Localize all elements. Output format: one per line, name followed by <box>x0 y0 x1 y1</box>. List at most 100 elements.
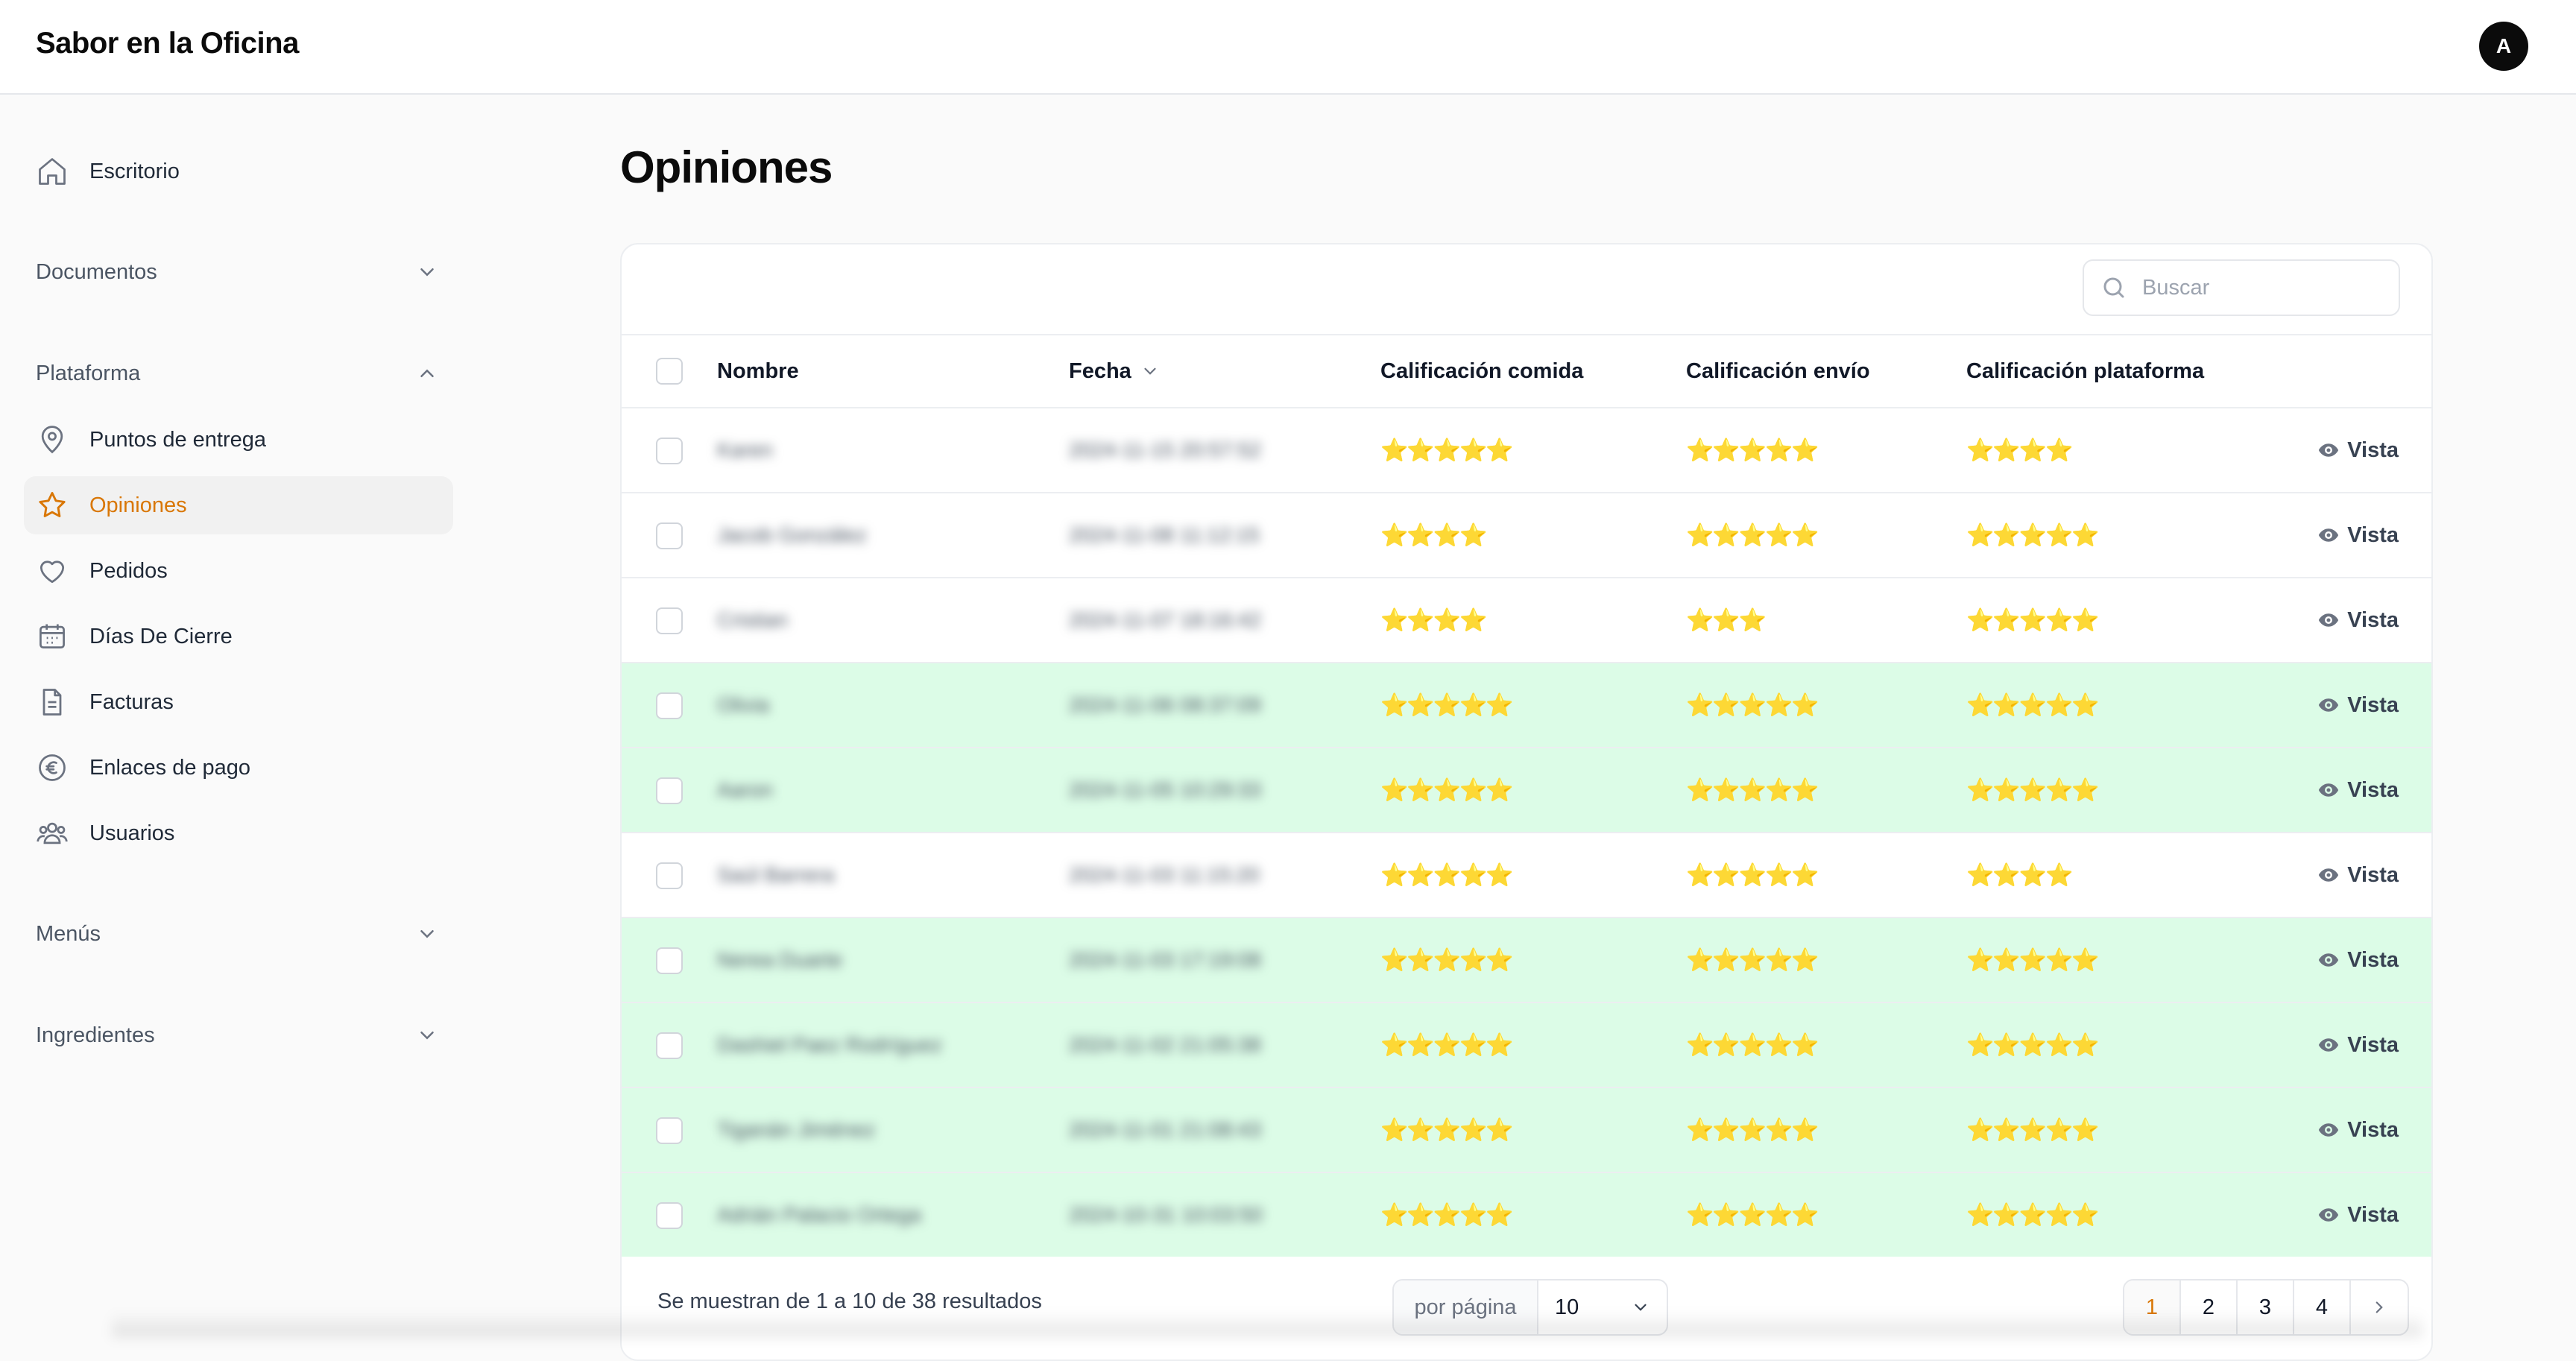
sidebar-item-puntos-de-entrega[interactable]: Puntos de entrega <box>24 411 453 469</box>
column-header-fecha[interactable]: Fecha <box>1069 335 1160 407</box>
sidebar-group-ingredientes[interactable]: Ingredientes <box>36 1013 438 1058</box>
view-label: Vista <box>2347 1117 2399 1142</box>
platform-rating: ⭐⭐⭐⭐⭐ <box>1966 1117 2100 1143</box>
sidebar-item-escritorio[interactable]: Escritorio <box>24 142 453 200</box>
per-page-select[interactable]: 10 <box>1538 1281 1667 1334</box>
review-date: 2024-11-01 21:08:43 <box>1069 1118 1261 1141</box>
table-row[interactable]: Cristian 2024-11-07 18:16:42 ⭐⭐⭐⭐ ⭐⭐⭐ ⭐⭐⭐⭐⭐ V… <box>622 578 2431 663</box>
table-row[interactable]: Aaron 2024-11-05 10:29:33 ⭐⭐⭐⭐⭐ ⭐⭐⭐⭐⭐ ⭐⭐⭐⭐⭐ V… <box>622 748 2431 833</box>
sidebar-item-enlaces-de-pago[interactable]: Enlaces de pago <box>24 739 453 797</box>
eye-icon <box>2317 864 2347 886</box>
eye-icon <box>2317 1119 2347 1141</box>
view-button[interactable]: Vista <box>2317 663 2399 747</box>
column-header-nombre[interactable]: Nombre <box>717 335 799 407</box>
page-button-4[interactable]: 4 <box>2294 1281 2351 1334</box>
row-checkbox[interactable] <box>656 862 683 889</box>
chevron-down-icon <box>1635 1304 1647 1311</box>
view-label: Vista <box>2347 438 2399 462</box>
search-box[interactable] <box>2083 259 2400 316</box>
column-header-calificacion-envio[interactable]: Calificación envío <box>1686 335 1870 407</box>
brand-title[interactable]: Sabor en la Oficina <box>36 27 299 60</box>
home-icon <box>36 155 69 188</box>
view-label: Vista <box>2347 862 2399 887</box>
review-name: Jacob González <box>717 523 867 546</box>
view-button[interactable]: Vista <box>2317 408 2399 492</box>
chevron-down-icon <box>420 1032 434 1040</box>
platform-rating: ⭐⭐⭐⭐⭐ <box>1966 692 2100 718</box>
row-checkbox[interactable] <box>656 438 683 464</box>
sidebar-item-facturas[interactable]: Facturas <box>24 673 453 731</box>
table-row[interactable]: Karen 2024-11-15 20:57:52 ⭐⭐⭐⭐⭐ ⭐⭐⭐⭐⭐ ⭐⭐⭐⭐ Vi… <box>622 408 2431 493</box>
food-rating: ⭐⭐⭐⭐⭐ <box>1380 1032 1515 1058</box>
table-row[interactable]: Tiganán Jiménez 2024-11-01 21:08:43 ⭐⭐⭐⭐⭐ ⭐… <box>622 1088 2431 1173</box>
row-checkbox[interactable] <box>656 607 683 634</box>
page-button-2[interactable]: 2 <box>2181 1281 2238 1334</box>
row-checkbox[interactable] <box>656 1202 683 1229</box>
row-checkbox[interactable] <box>656 777 683 804</box>
platform-rating: ⭐⭐⭐⭐ <box>1966 438 2073 463</box>
food-rating: ⭐⭐⭐⭐ <box>1380 607 1487 633</box>
review-date: 2024-11-06 08:37:09 <box>1069 693 1261 716</box>
row-checkbox[interactable] <box>656 947 683 974</box>
view-button[interactable]: Vista <box>2317 493 2399 577</box>
review-date: 2024-11-02 21:05:38 <box>1069 1033 1261 1056</box>
column-header-calificacion-plataforma[interactable]: Calificación plataforma <box>1966 335 2204 407</box>
sidebar-item-dias-de-cierre[interactable]: Días De Cierre <box>24 607 453 666</box>
delivery-rating: ⭐⭐⭐⭐⭐ <box>1686 692 1820 718</box>
sidebar-group-label: Plataforma <box>36 361 141 385</box>
row-checkbox[interactable] <box>656 692 683 719</box>
review-name: Cristian <box>717 608 788 631</box>
view-label: Vista <box>2347 607 2399 632</box>
sidebar-item-label: Usuarios <box>89 821 175 845</box>
euro-icon <box>36 751 69 784</box>
view-button[interactable]: Vista <box>2317 748 2399 832</box>
delivery-rating: ⭐⭐⭐⭐⭐ <box>1686 862 1820 888</box>
table-row[interactable]: Dashiel Paez Rodríguez 2024-11-02 21:05:3… <box>622 1003 2431 1088</box>
page-button-1[interactable]: 1 <box>2124 1281 2181 1334</box>
table-row[interactable]: Olivia 2024-11-06 08:37:09 ⭐⭐⭐⭐⭐ ⭐⭐⭐⭐⭐ ⭐⭐⭐⭐⭐… <box>622 663 2431 748</box>
column-header-calificacion-comida[interactable]: Calificación comida <box>1380 335 1583 407</box>
sidebar-group-menus[interactable]: Menús <box>36 912 438 956</box>
heart-icon <box>36 555 69 587</box>
pagination: 1 2 3 4 <box>2123 1279 2409 1336</box>
table-row[interactable]: Jacob González 2024-11-08 11:12:15 ⭐⭐⭐⭐ ⭐⭐⭐… <box>622 493 2431 578</box>
sidebar-item-label: Pedidos <box>89 558 168 583</box>
user-avatar[interactable]: A <box>2479 22 2528 71</box>
reviews-table-card: Nombre Fecha Calificación comida Calific… <box>620 243 2433 1361</box>
next-page-button[interactable] <box>2351 1281 2408 1334</box>
review-date: 2024-11-03 17:19:08 <box>1069 948 1261 971</box>
sidebar-group-documentos[interactable]: Documentos <box>36 250 438 294</box>
view-button[interactable]: Vista <box>2317 1088 2399 1172</box>
top-bar: Sabor en la Oficina A <box>0 0 2576 95</box>
table-row[interactable]: Adrián Palacio Ortega 2024-10-31 10:03:50… <box>622 1173 2431 1258</box>
view-label: Vista <box>2347 1202 2399 1227</box>
sidebar-item-pedidos[interactable]: Pedidos <box>24 542 453 600</box>
eye-icon <box>2317 949 2347 971</box>
view-button[interactable]: Vista <box>2317 1003 2399 1087</box>
sidebar-item-usuarios[interactable]: Usuarios <box>24 804 453 862</box>
eye-icon <box>2317 1034 2347 1056</box>
sidebar-group-plataforma[interactable]: Plataforma <box>36 351 438 396</box>
row-checkbox[interactable] <box>656 1117 683 1144</box>
platform-rating: ⭐⭐⭐⭐ <box>1966 862 2073 888</box>
sidebar-item-opiniones[interactable]: Opiniones <box>24 476 453 534</box>
view-button[interactable]: Vista <box>2317 833 2399 917</box>
search-input[interactable] <box>2142 275 2366 300</box>
delivery-rating: ⭐⭐⭐⭐⭐ <box>1686 522 1820 548</box>
select-all-checkbox[interactable] <box>656 358 683 385</box>
delivery-rating: ⭐⭐⭐⭐⭐ <box>1686 1202 1820 1228</box>
view-button[interactable]: Vista <box>2317 1173 2399 1257</box>
table-row[interactable]: Saúl Barrera 2024-11-03 11:15:20 ⭐⭐⭐⭐⭐ ⭐⭐⭐⭐… <box>622 833 2431 918</box>
review-name: Adrián Palacio Ortega <box>717 1203 921 1226</box>
calendar-icon <box>36 620 69 653</box>
row-checkbox[interactable] <box>656 1032 683 1059</box>
users-icon <box>36 817 69 850</box>
row-checkbox[interactable] <box>656 522 683 549</box>
view-button[interactable]: Vista <box>2317 918 2399 1002</box>
page-title: Opiniones <box>620 142 833 192</box>
view-button[interactable]: Vista <box>2317 578 2399 662</box>
page-button-3[interactable]: 3 <box>2238 1281 2294 1334</box>
table-row[interactable]: Nerea Duarte 2024-11-03 17:19:08 ⭐⭐⭐⭐⭐ ⭐⭐⭐⭐… <box>622 918 2431 1003</box>
review-name: Karen <box>717 438 773 461</box>
view-label: Vista <box>2347 522 2399 547</box>
